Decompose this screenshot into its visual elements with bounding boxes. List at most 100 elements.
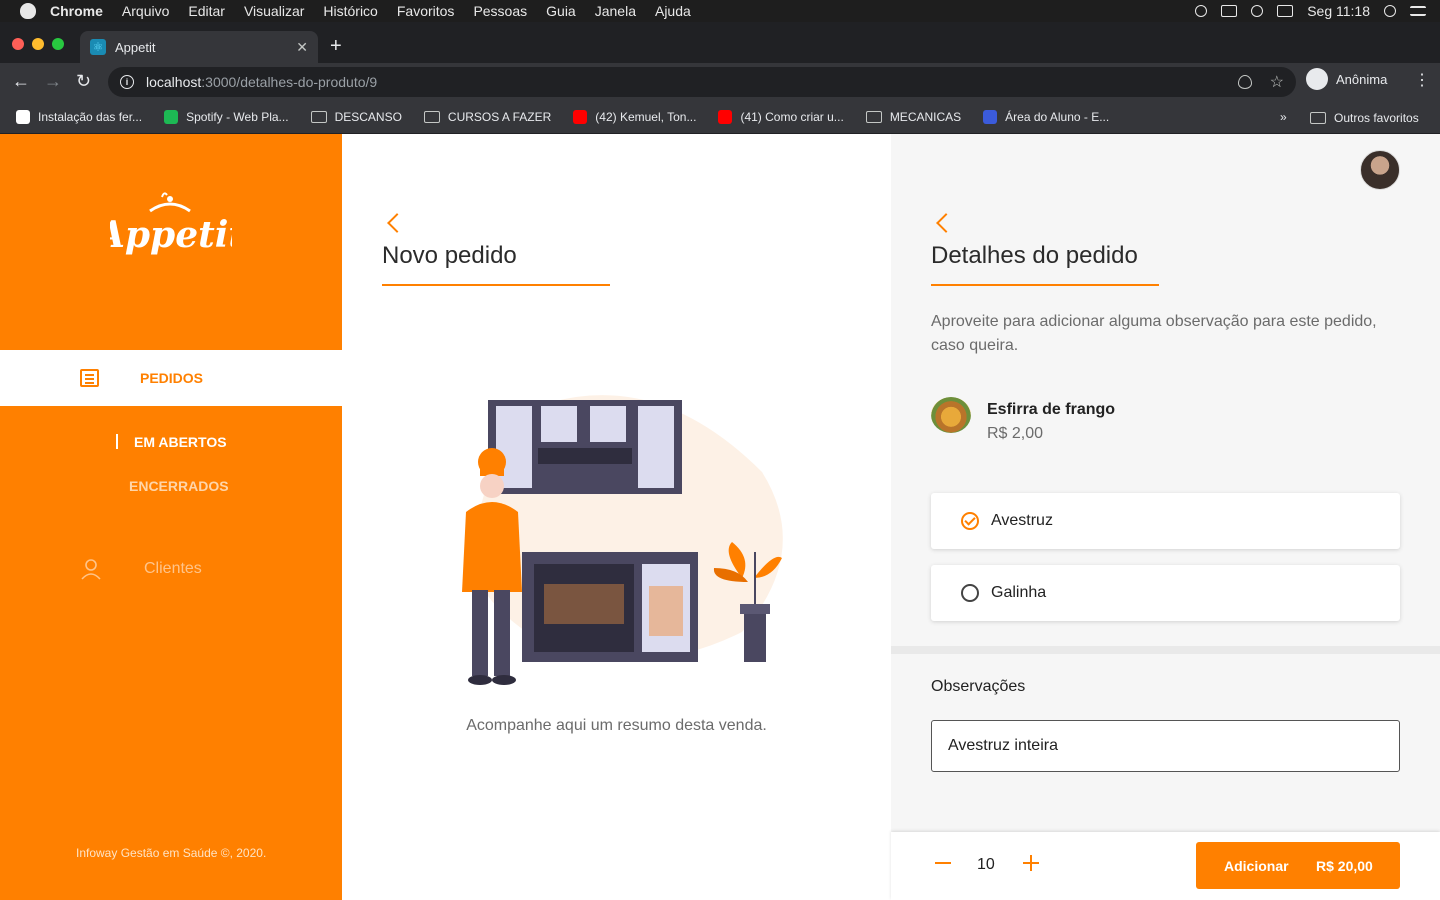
chef-kitchen-illustration	[462, 395, 783, 685]
submenu-em-abertos[interactable]: EM ABERTOS	[116, 434, 227, 450]
bookmark-item[interactable]: MECANICAS	[865, 110, 962, 124]
sidebar-item-label: Clientes	[144, 560, 202, 577]
browser-tab[interactable]: ⚛ Appetit ✕	[80, 31, 318, 63]
new-tab-button[interactable]: +	[330, 35, 342, 58]
dropbox-icon[interactable]	[1195, 5, 1208, 17]
tab-strip: ⚛ Appetit ✕ +	[0, 22, 1440, 63]
order-summary-panel: Novo pedido Acompanhe aqui um resumo des…	[342, 134, 891, 900]
minimize-window-button[interactable]	[32, 38, 44, 50]
user-icon	[81, 559, 101, 580]
url-path: :3000/detalhes-do-produto/9	[201, 74, 378, 90]
sidebar-item-pedidos[interactable]: PEDIDOS	[0, 350, 342, 406]
appetit-logo: Appetit	[110, 192, 232, 256]
wifi-icon[interactable]	[1251, 5, 1264, 17]
notification-center-icon[interactable]	[1410, 6, 1426, 16]
product-thumbnail	[931, 397, 971, 433]
menu-favoritos[interactable]: Favoritos	[397, 3, 455, 19]
title-underline	[931, 284, 1159, 286]
chrome-menu-icon[interactable]: ⋮	[1414, 72, 1430, 90]
back-arrow-icon[interactable]: ←	[12, 71, 30, 91]
back-chevron-icon[interactable]	[387, 213, 407, 233]
option-avestruz[interactable]: Avestruz	[931, 493, 1400, 549]
menu-visualizar[interactable]: Visualizar	[244, 3, 304, 19]
bookmark-item[interactable]: Spotify - Web Pla...	[164, 110, 289, 124]
bookmark-label: Spotify - Web Pla...	[186, 110, 289, 124]
folder-icon	[423, 111, 440, 123]
bookmark-item[interactable]: Área do Aluno - E...	[983, 110, 1109, 124]
decrease-quantity-button[interactable]	[935, 862, 951, 864]
section-divider	[891, 646, 1440, 654]
shield-icon	[983, 110, 998, 124]
incognito-eye-icon[interactable]	[1238, 75, 1252, 89]
bookmarks-overflow-button[interactable]: »	[1280, 110, 1287, 124]
forward-arrow-icon[interactable]: →	[44, 71, 62, 91]
user-avatar[interactable]	[1360, 150, 1400, 190]
product-name: Esfirra de frango	[987, 401, 1116, 418]
tab-title: Appetit	[115, 39, 156, 55]
close-window-button[interactable]	[12, 38, 24, 50]
quantity-value: 10	[977, 856, 995, 873]
observations-label: Observações	[931, 678, 1026, 695]
folder-icon	[310, 111, 327, 123]
spotlight-search-icon[interactable]	[1384, 5, 1396, 17]
bookmark-label: (41) Como criar u...	[740, 110, 844, 124]
back-chevron-icon[interactable]	[936, 213, 956, 233]
folder-icon	[1310, 111, 1326, 124]
bookmark-item[interactable]: (42) Kemuel, Ton...	[573, 110, 696, 124]
browser-toolbar: ← → ↻ i localhost:3000/detalhes-do-produ…	[0, 63, 1440, 101]
profile-label: Anônima	[1336, 71, 1388, 87]
bookmark-item[interactable]: Instalação das fer...	[16, 110, 142, 124]
site-info-icon[interactable]: i	[120, 75, 134, 89]
add-button-total: R$ 20,00	[1316, 858, 1373, 874]
menu-historico[interactable]: Histórico	[323, 3, 377, 19]
menu-pessoas[interactable]: Pessoas	[473, 3, 527, 19]
add-to-order-button[interactable]: Adicionar R$ 20,00	[1196, 842, 1400, 889]
list-icon	[80, 369, 99, 387]
observations-input[interactable]	[931, 720, 1400, 772]
status-area: Seg 11:18	[1195, 0, 1426, 22]
bookmark-label: MECANICAS	[889, 110, 962, 124]
bookmark-item[interactable]: (41) Como criar u...	[718, 110, 844, 124]
url-host: localhost	[146, 74, 202, 90]
apple-icon[interactable]	[20, 3, 36, 19]
menu-editar[interactable]: Editar	[188, 3, 225, 19]
bookmark-item[interactable]: CURSOS A FAZER	[423, 110, 552, 124]
react-favicon-icon: ⚛	[90, 39, 106, 55]
option-label: Avestruz	[991, 512, 1053, 529]
profile-button[interactable]: Anônima	[1306, 68, 1387, 90]
calendar-icon[interactable]	[1221, 5, 1238, 17]
sidebar-item-label: PEDIDOS	[140, 370, 204, 386]
address-bar[interactable]: i localhost:3000/detalhes-do-produto/9 ☆	[108, 67, 1296, 97]
order-details-panel: Detalhes do pedido Aproveite para adicio…	[891, 134, 1440, 900]
menu-guia[interactable]: Guia	[546, 3, 576, 19]
submenu-encerrados[interactable]: ENCERRADOS	[129, 478, 229, 494]
footer-copyright: Infoway Gestão em Saúde ©, 2020.	[76, 846, 267, 860]
clock[interactable]: Seg 11:18	[1307, 3, 1370, 19]
other-bookmarks[interactable]: Outros favoritos	[1310, 101, 1419, 134]
sidebar: Appetit PEDIDOS EM ABERTOS ENCERRADOS Cl…	[0, 134, 342, 900]
menu-ajuda[interactable]: Ajuda	[655, 3, 691, 19]
bookmark-item[interactable]: DESCANSO	[310, 110, 402, 124]
folder-icon	[865, 111, 882, 123]
title-underline	[382, 284, 610, 286]
notion-icon	[16, 110, 30, 124]
bookmark-label: Área do Aluno - E...	[1005, 110, 1110, 124]
reload-icon[interactable]: ↻	[76, 71, 91, 91]
option-galinha[interactable]: Galinha	[931, 565, 1400, 621]
menu-app-name[interactable]: Chrome	[50, 3, 103, 19]
increase-quantity-button[interactable]	[1023, 855, 1039, 871]
radio-checked-icon[interactable]	[961, 512, 979, 530]
zoom-window-button[interactable]	[52, 38, 64, 50]
spotify-icon	[164, 110, 179, 124]
youtube-icon	[718, 110, 733, 124]
menu-arquivo[interactable]: Arquivo	[122, 3, 169, 19]
menu-janela[interactable]: Janela	[595, 3, 636, 19]
battery-icon[interactable]	[1277, 5, 1294, 17]
radio-unchecked-icon[interactable]	[961, 584, 979, 602]
bookmark-star-icon[interactable]: ☆	[1270, 72, 1284, 92]
bookmark-label: CURSOS A FAZER	[447, 110, 552, 124]
bookmark-label: DESCANSO	[334, 110, 402, 124]
summary-caption: Acompanhe aqui um resumo desta venda.	[466, 717, 767, 734]
sidebar-item-clientes[interactable]: Clientes	[80, 558, 202, 580]
close-tab-icon[interactable]: ✕	[296, 39, 308, 56]
